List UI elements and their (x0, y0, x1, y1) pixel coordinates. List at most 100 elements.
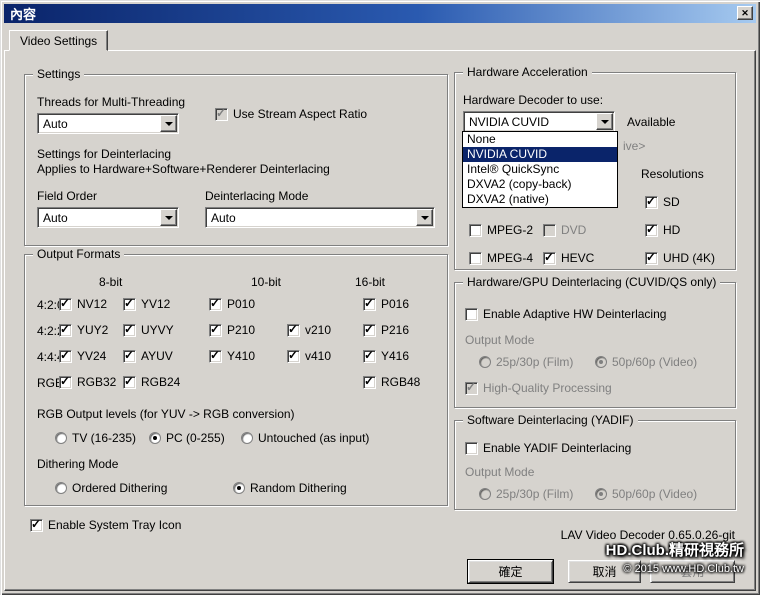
checkbox-label: Enable System Tray Icon (48, 518, 181, 532)
checkbox-box (30, 519, 43, 532)
checkbox-label: RGB24 (141, 375, 180, 389)
checkbox-label: v210 (305, 323, 331, 337)
header-16bit: 16-bit (355, 275, 385, 289)
dropdown-option-dxva2-native[interactable]: DXVA2 (native) (463, 192, 617, 207)
checkbox-label: YUY2 (77, 323, 108, 337)
checkbox-box (287, 324, 300, 337)
radio-label: 25p/30p (Film) (496, 355, 573, 369)
checkbox-label: YV12 (141, 297, 170, 311)
checkbox-box (543, 252, 556, 265)
titlebar[interactable]: 內容 ✕ (4, 4, 756, 23)
radio-dot (55, 432, 67, 444)
radio-hw-film: 25p/30p (Film) (479, 355, 573, 369)
radio-ordered-dithering[interactable]: Ordered Dithering (55, 481, 167, 495)
sw-deinterlacing-group-title: Software Deinterlacing (YADIF) (463, 413, 638, 428)
watermark-line1: HD.Club.精研視務所 (606, 539, 744, 560)
deinterlacing-mode-combobox[interactable]: Auto (205, 207, 435, 228)
hw-deinterlacing-group-title: Hardware/GPU Deinterlacing (CUVID/QS onl… (463, 275, 720, 290)
dropdown-option-nvidia-cuvid[interactable]: NVIDIA CUVID (463, 147, 617, 162)
checkbox-v410[interactable]: v410 (287, 349, 331, 363)
checkbox-y410[interactable]: Y410 (209, 349, 255, 363)
combobox-value: Auto (43, 211, 68, 225)
checkbox-box (59, 350, 72, 363)
checkbox-nv12[interactable]: NV12 (59, 297, 107, 311)
checkbox-v210[interactable]: v210 (287, 323, 331, 337)
checkbox-p010[interactable]: P010 (209, 297, 255, 311)
checkbox-box (363, 350, 376, 363)
checkbox-box (209, 324, 222, 337)
dropdown-option-intel-quicksync[interactable]: Intel® QuickSync (463, 162, 617, 177)
checkbox-yv12[interactable]: YV12 (123, 297, 170, 311)
checkbox-label: P010 (227, 297, 255, 311)
hw-decoder-combobox[interactable]: NVIDIA CUVID (463, 111, 615, 132)
checkbox-rgb24[interactable]: RGB24 (123, 375, 180, 389)
checkbox-sd[interactable]: SD (645, 195, 680, 209)
checkbox-box (123, 324, 136, 337)
checkbox-hd[interactable]: HD (645, 223, 680, 237)
close-button[interactable]: ✕ (737, 6, 753, 20)
threads-label: Threads for Multi-Threading (37, 95, 185, 109)
settings-group-title: Settings (33, 67, 84, 82)
combobox-arrow-button[interactable] (596, 113, 613, 130)
close-icon: ✕ (741, 8, 749, 19)
chevron-down-icon (165, 216, 173, 224)
checkbox-label: P216 (381, 323, 409, 337)
radio-tv-levels[interactable]: TV (16-235) (55, 431, 136, 445)
hw-decoder-label: Hardware Decoder to use: (463, 93, 603, 107)
radio-label: 25p/30p (Film) (496, 487, 573, 501)
checkbox-mpeg4[interactable]: MPEG-4 (469, 251, 533, 265)
yadif-deint-checkbox[interactable]: Enable YADIF Deinterlacing (465, 441, 631, 455)
checkbox-rgb48[interactable]: RGB48 (363, 375, 420, 389)
header-10bit: 10-bit (251, 275, 281, 289)
checkbox-label: RGB32 (77, 375, 116, 389)
checkbox-label: Enable YADIF Deinterlacing (483, 441, 631, 455)
checkbox-uyvy[interactable]: UYVY (123, 323, 174, 337)
checkbox-p216[interactable]: P216 (363, 323, 409, 337)
hardware-acceleration-group-title: Hardware Acceleration (463, 65, 592, 80)
checkbox-mpeg2[interactable]: MPEG-2 (469, 223, 533, 237)
window-title: 內容 (10, 4, 36, 23)
radio-dot (595, 356, 607, 368)
threads-combobox[interactable]: Auto (37, 113, 179, 134)
tab-video-settings[interactable]: Video Settings (9, 30, 108, 51)
dropdown-option-none[interactable]: None (463, 132, 617, 147)
radio-label: Ordered Dithering (72, 481, 167, 495)
adaptive-hw-deint-checkbox[interactable]: Enable Adaptive HW Deinterlacing (465, 307, 666, 321)
checkbox-p016[interactable]: P016 (363, 297, 409, 311)
checkbox-box (209, 298, 222, 311)
radio-dot (479, 488, 491, 500)
checkbox-label: AYUV (141, 349, 173, 363)
checkbox-y416[interactable]: Y416 (363, 349, 409, 363)
radio-random-dithering[interactable]: Random Dithering (233, 481, 347, 495)
ok-button[interactable]: 確定 (468, 560, 553, 583)
dropdown-option-dxva2-copy-back[interactable]: DXVA2 (copy-back) (463, 177, 617, 192)
resolutions-label: Resolutions (641, 167, 704, 181)
radio-dot (479, 356, 491, 368)
radio-pc-levels[interactable]: PC (0-255) (149, 431, 225, 445)
checkbox-p210[interactable]: P210 (209, 323, 255, 337)
checkbox-box (123, 350, 136, 363)
checkbox-uhd-4k[interactable]: UHD (4K) (645, 251, 715, 265)
checkbox-hevc[interactable]: HEVC (543, 251, 594, 265)
hw-deinterlacing-group: Hardware/GPU Deinterlacing (CUVID/QS onl… (454, 282, 736, 408)
radio-label: 50p/60p (Video) (612, 355, 697, 369)
combobox-arrow-button[interactable] (416, 209, 433, 226)
checkbox-yv24[interactable]: YV24 (59, 349, 106, 363)
checkbox-box (469, 224, 482, 237)
checkbox-rgb32[interactable]: RGB32 (59, 375, 116, 389)
field-order-combobox[interactable]: Auto (37, 207, 179, 228)
output-mode-label: Output Mode (465, 333, 534, 347)
checkbox-dvd: DVD (543, 223, 586, 237)
checkbox-box (209, 350, 222, 363)
radio-untouched-levels[interactable]: Untouched (as input) (241, 431, 369, 445)
combobox-value: Auto (211, 211, 236, 225)
checkbox-box (645, 196, 658, 209)
system-tray-checkbox[interactable]: Enable System Tray Icon (30, 518, 181, 532)
checkbox-label: HEVC (561, 251, 594, 265)
combobox-arrow-button[interactable] (160, 115, 177, 132)
checkbox-box (59, 298, 72, 311)
checkbox-yuy2[interactable]: YUY2 (59, 323, 108, 337)
combobox-arrow-button[interactable] (160, 209, 177, 226)
radio-label: PC (0-255) (166, 431, 225, 445)
checkbox-ayuv[interactable]: AYUV (123, 349, 173, 363)
